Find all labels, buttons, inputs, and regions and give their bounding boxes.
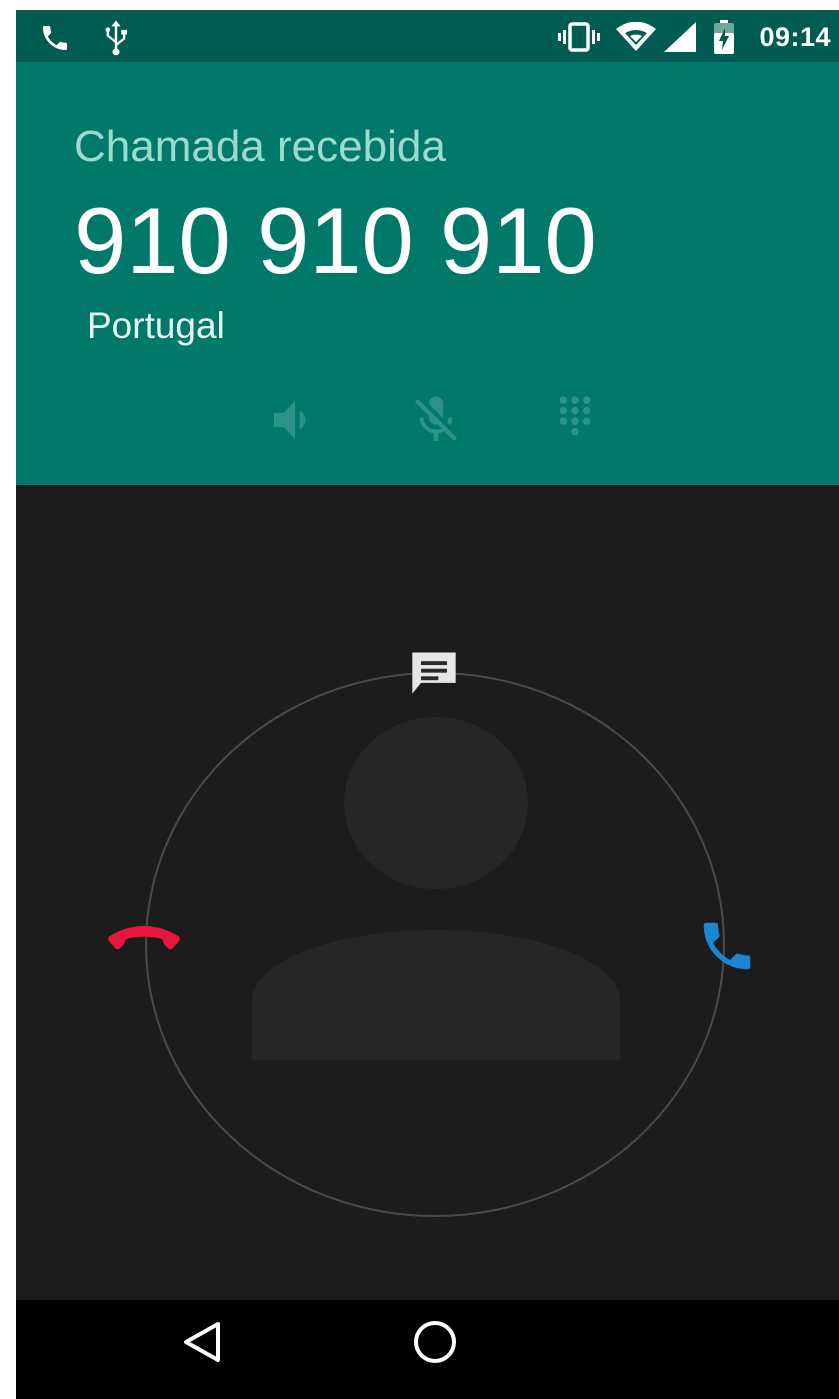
wifi-icon: [616, 21, 656, 57]
caller-number: 910 910 910: [74, 188, 597, 293]
status-bar: 09:14: [16, 10, 839, 62]
home-icon[interactable]: [411, 1318, 459, 1371]
call-state-label: Chamada recebida: [74, 122, 446, 171]
vibrate-icon: [558, 22, 600, 57]
glowpad-ring[interactable]: [145, 672, 725, 1217]
caller-location: Portugal: [87, 305, 225, 346]
battery-icon: [714, 20, 734, 59]
answer-call-icon[interactable]: [694, 915, 760, 982]
back-icon[interactable]: [178, 1318, 226, 1371]
status-time: 09:14: [759, 22, 831, 52]
glowpad: [16, 485, 839, 1300]
speaker-icon[interactable]: [267, 392, 323, 448]
call-header: Chamada recebida 910 910 910 Portugal: [16, 62, 839, 485]
message-icon[interactable]: [408, 648, 460, 701]
mute-icon[interactable]: [408, 392, 464, 448]
decline-call-icon[interactable]: [107, 923, 181, 964]
navigation-bar: [16, 1300, 839, 1399]
phone-icon: [38, 22, 72, 59]
dialpad-icon[interactable]: [547, 392, 603, 448]
incoming-call-screen: 09:14 Chamada recebida 910 910 910 Portu…: [16, 10, 839, 1399]
signal-icon: [664, 22, 696, 57]
usb-icon: [102, 20, 130, 61]
